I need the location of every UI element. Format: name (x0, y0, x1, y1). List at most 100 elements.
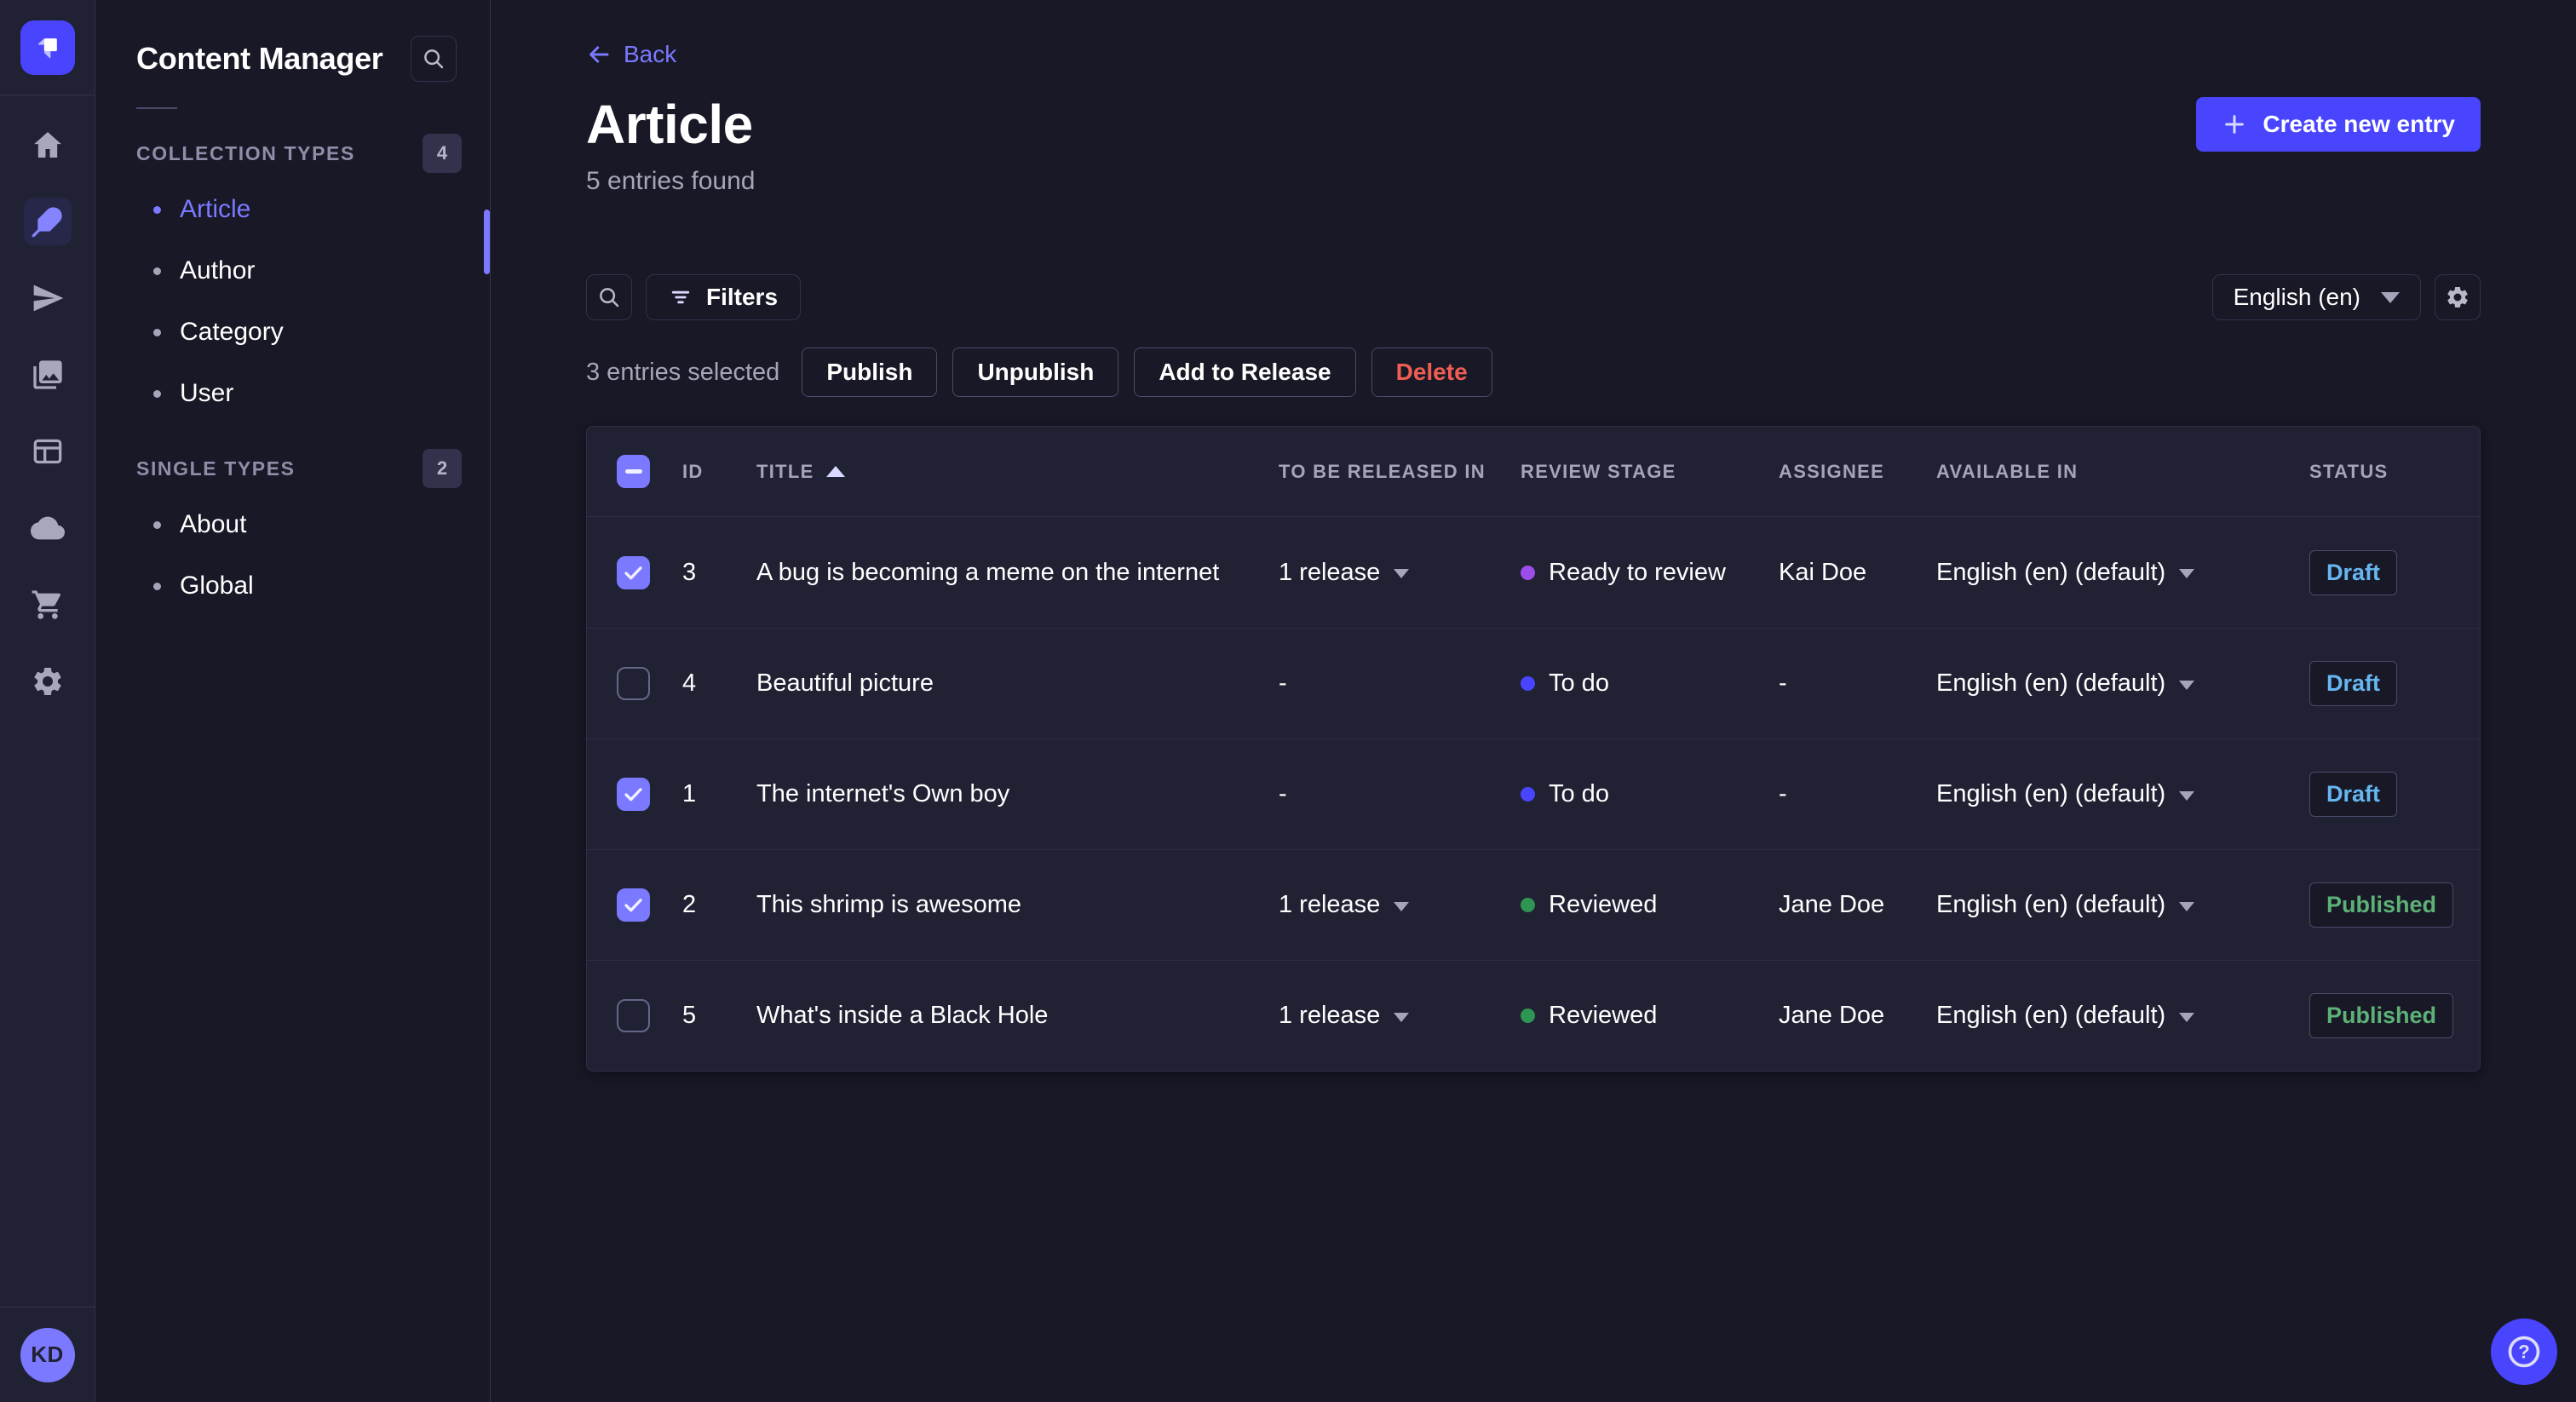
sidebar-item-author[interactable]: Author (95, 240, 490, 302)
cell-locale[interactable]: English (en) (default) (1936, 780, 2309, 808)
delete-button[interactable]: Delete (1371, 348, 1492, 397)
media-library-icon[interactable] (24, 351, 72, 399)
column-header-available-in[interactable]: AVAILABLE IN (1936, 461, 2309, 483)
sidebar-item-article[interactable]: Article (95, 179, 490, 240)
sidebar-section: SINGLE TYPES 2 About Global (95, 448, 490, 617)
stage-label: To do (1549, 780, 1609, 807)
row-checkbox[interactable] (617, 999, 650, 1032)
settings-gear-icon[interactable] (24, 658, 72, 705)
column-header-review-stage[interactable]: REVIEW STAGE (1521, 461, 1779, 483)
cell-title: The internet's Own boy (756, 780, 1010, 807)
table-row[interactable]: 2 This shrimp is awesome 1 release Reviewed… (587, 849, 2480, 960)
sidebar-item-label: User (180, 379, 234, 407)
column-header-status[interactable]: STATUS (2309, 461, 2480, 483)
help-question-icon: ? (2508, 1336, 2540, 1368)
bullet-icon (153, 582, 161, 590)
row-checkbox[interactable] (617, 667, 650, 700)
release-label: 1 release (1279, 558, 1381, 586)
type-list: Article Author Category User (95, 179, 490, 424)
column-header-label: AVAILABLE IN (1936, 460, 2079, 482)
table-row[interactable]: 5 What's inside a Black Hole 1 release Revi… (587, 960, 2480, 1071)
column-header-assignee[interactable]: ASSIGNEE (1779, 461, 1936, 483)
cell-id: 3 (682, 558, 697, 586)
sidebar-item-category[interactable]: Category (95, 302, 490, 363)
cell-status: Draft (2309, 549, 2480, 595)
column-header-to-be-released-in[interactable]: TO BE RELEASED IN (1279, 461, 1521, 483)
cell-assignee: - (1779, 780, 1787, 807)
selection-count-text: 3 entries selected (586, 358, 780, 386)
table-row[interactable]: 3 A bug is becoming a meme on the interne… (587, 517, 2480, 628)
search-button[interactable] (586, 274, 632, 320)
strapi-logo[interactable] (20, 20, 75, 75)
help-button[interactable]: ? (2491, 1319, 2557, 1385)
release-label: 1 release (1279, 1002, 1381, 1029)
chevron-down-icon (1394, 1012, 1410, 1022)
filters-button[interactable]: Filters (646, 274, 802, 320)
cell-release[interactable]: 1 release (1279, 1002, 1521, 1030)
column-header-id[interactable]: ID (682, 461, 756, 483)
column-header-label: TITLE (756, 460, 814, 482)
stage-dot (1521, 565, 1535, 580)
select-all-checkbox[interactable] (617, 455, 650, 488)
content-manager-icon[interactable] (23, 198, 72, 245)
cell-assignee: - (1779, 669, 1787, 697)
cell-release[interactable]: 1 release (1279, 891, 1521, 919)
back-label: Back (624, 41, 677, 67)
publish-button[interactable]: Publish (802, 348, 938, 397)
sidebar-divider (136, 107, 177, 109)
cell-id: 1 (682, 780, 697, 807)
type-list: About Global (95, 494, 490, 617)
user-avatar[interactable]: KD (20, 1327, 75, 1382)
bullet-icon (153, 520, 161, 529)
row-checkbox[interactable] (617, 555, 650, 589)
create-new-entry-button[interactable]: Create new entry (2196, 97, 2481, 152)
unpublish-button[interactable]: Unpublish (952, 348, 1119, 397)
subnav-scrollbar-thumb[interactable] (484, 210, 490, 274)
cell-status: Published (2309, 993, 2480, 1038)
sidebar-item-user[interactable]: User (95, 363, 490, 424)
locale-select[interactable]: English (en) (2211, 274, 2421, 320)
stage-label: Ready to review (1549, 558, 1726, 586)
releases-plane-icon[interactable] (24, 274, 72, 322)
sort-ascending-icon (825, 466, 845, 477)
bullet-icon (153, 389, 161, 398)
sidebar-section: COLLECTION TYPES 4 Article Author Category Us… (95, 133, 490, 424)
status-badge: Draft (2309, 772, 2398, 817)
cell-locale[interactable]: English (en) (default) (1936, 669, 2309, 698)
marketplace-cart-icon[interactable] (24, 581, 72, 629)
cell-title: This shrimp is awesome (756, 891, 1022, 918)
home-icon[interactable] (24, 121, 72, 169)
row-checkbox[interactable] (617, 888, 650, 922)
bullet-icon (153, 328, 161, 336)
column-header-label: REVIEW STAGE (1521, 460, 1676, 482)
section-header: COLLECTION TYPES 4 (95, 133, 490, 174)
sidebar-search-button[interactable] (411, 36, 457, 82)
table-header-row: ID TITLE TO BE RELEASED IN REVIEW STAGE ASSI… (587, 427, 2480, 517)
column-header-title[interactable]: TITLE (756, 461, 1279, 483)
release-label: - (1279, 780, 1287, 807)
sidebar-item-about[interactable]: About (95, 494, 490, 555)
cell-locale[interactable]: English (en) (default) (1936, 1002, 2309, 1030)
release-label: - (1279, 669, 1287, 697)
cell-locale[interactable]: English (en) (default) (1936, 559, 2309, 587)
filters-label: Filters (706, 284, 779, 310)
content-type-builder-icon[interactable] (24, 428, 72, 475)
section-header: SINGLE TYPES 2 (95, 448, 490, 489)
view-settings-button[interactable] (2435, 274, 2481, 320)
table-row[interactable]: 4 Beautiful picture - To do - English (en) (d… (587, 628, 2480, 738)
table-row[interactable]: 1 The internet's Own boy - To do - English (e… (587, 738, 2480, 849)
plus-icon (2225, 115, 2245, 134)
sidebar-item-label: Global (180, 572, 254, 600)
status-badge: Published (2309, 993, 2454, 1038)
section-label: SINGLE TYPES (136, 457, 296, 480)
locale-label: English (en) (default) (1936, 558, 2166, 586)
entries-table: ID TITLE TO BE RELEASED IN REVIEW STAGE ASSI… (586, 426, 2481, 1072)
back-link[interactable]: Back (586, 41, 676, 68)
row-checkbox[interactable] (617, 778, 650, 811)
cell-release[interactable]: 1 release (1279, 559, 1521, 587)
table-body: 3 A bug is becoming a meme on the interne… (587, 517, 2480, 1071)
sidebar-item-global[interactable]: Global (95, 555, 490, 617)
deploy-cloud-icon[interactable] (24, 504, 72, 552)
add-to-release-button[interactable]: Add to Release (1134, 348, 1356, 397)
cell-locale[interactable]: English (en) (default) (1936, 891, 2309, 919)
